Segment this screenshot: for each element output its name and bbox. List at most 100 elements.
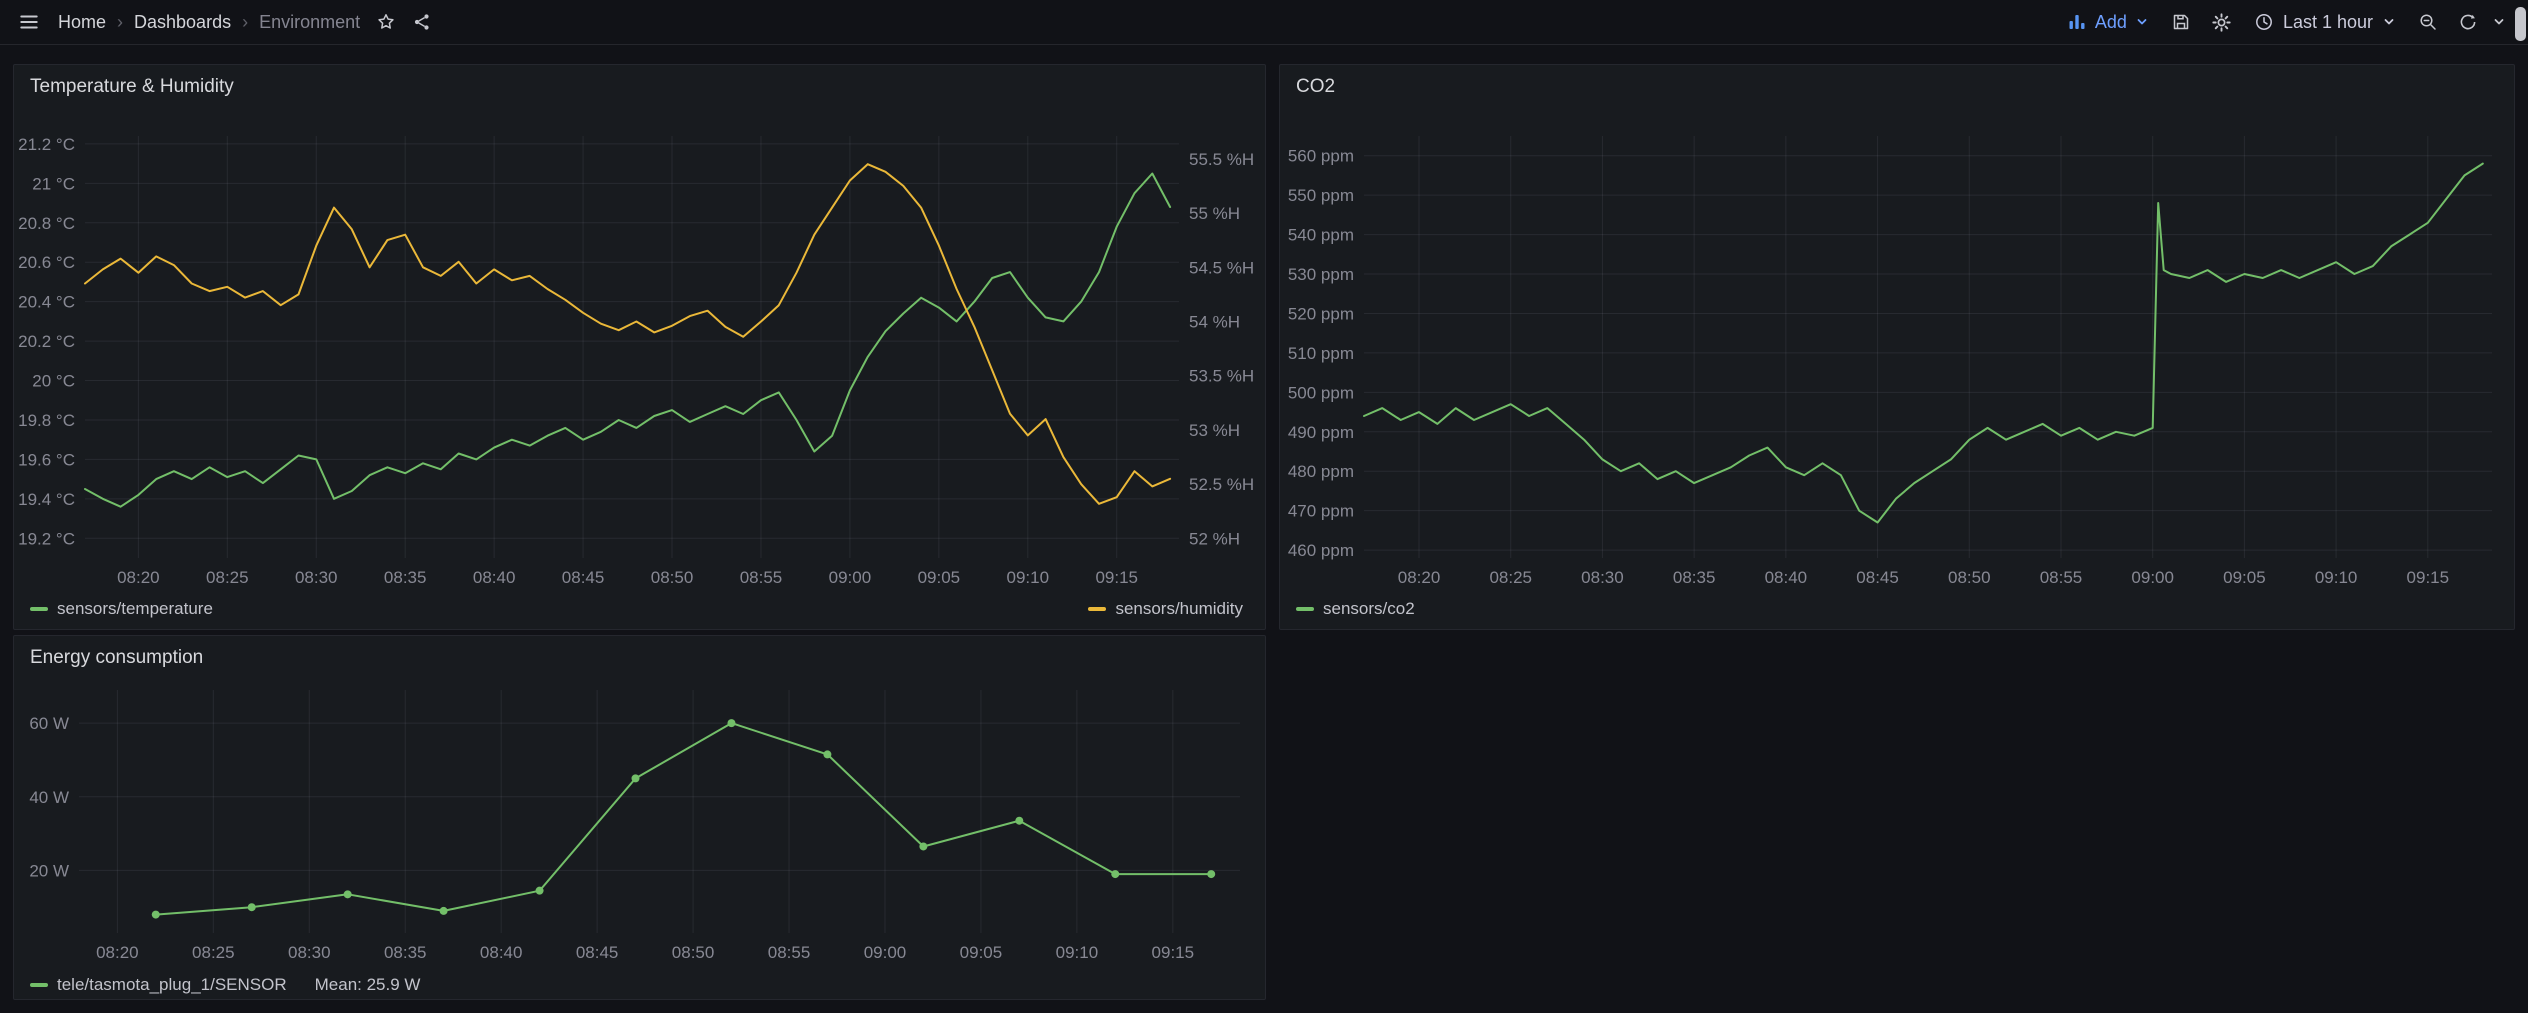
legend-label-humidity: sensors/humidity <box>1115 599 1243 619</box>
svg-text:52.5 %H: 52.5 %H <box>1189 475 1254 494</box>
zoom-out-time-button[interactable] <box>2410 6 2446 38</box>
svg-text:510 ppm: 510 ppm <box>1288 344 1354 363</box>
svg-text:560 ppm: 560 ppm <box>1288 147 1354 166</box>
svg-text:08:30: 08:30 <box>288 943 331 962</box>
panel-temperature-humidity: Temperature & Humidity 08:20 08:25 08:30 08… <box>13 64 1266 630</box>
series-swatch-temperature <box>30 607 48 611</box>
panel-title-co2[interactable]: CO2 <box>1296 76 1335 98</box>
panel-header: Temperature & Humidity <box>14 65 1265 109</box>
zoom-out-icon <box>2418 12 2438 32</box>
legend-item-temperature[interactable]: sensors/temperature <box>30 599 213 619</box>
save-dashboard-button[interactable] <box>2163 6 2199 38</box>
share-icon <box>412 12 432 32</box>
chevron-down-icon <box>2492 15 2506 29</box>
add-button-label: Add <box>2095 12 2127 33</box>
panel-header: Energy consumption <box>14 636 1265 680</box>
svg-text:19.8 °C: 19.8 °C <box>18 411 75 430</box>
legend-label-co2: sensors/co2 <box>1323 599 1415 619</box>
breadcrumb-home[interactable]: Home <box>58 12 106 33</box>
legend-label-energy: tele/tasmota_plug_1/SENSOR <box>57 975 287 995</box>
svg-text:20.2 °C: 20.2 °C <box>18 332 75 351</box>
star-icon <box>376 12 396 32</box>
favorite-button[interactable] <box>368 6 404 38</box>
svg-text:08:50: 08:50 <box>672 943 715 962</box>
energy-chart[interactable]: 08:2008:2508:3008:3508:4008:4508:5008:55… <box>14 680 1265 971</box>
svg-text:19.4 °C: 19.4 °C <box>18 490 75 509</box>
legend-label-temperature: sensors/temperature <box>57 599 213 619</box>
breadcrumb-separator: › <box>117 12 123 33</box>
breadcrumb-separator: › <box>242 12 248 33</box>
menu-button[interactable] <box>10 5 48 39</box>
share-button[interactable] <box>404 6 440 38</box>
legend: tele/tasmota_plug_1/SENSOR Mean: 25.9 W <box>14 971 1265 999</box>
svg-text:20 W: 20 W <box>29 861 69 880</box>
svg-text:08:30: 08:30 <box>1581 568 1624 587</box>
breadcrumb: Home › Dashboards › Environment <box>58 12 360 33</box>
legend-item-humidity[interactable]: sensors/humidity <box>1088 599 1243 619</box>
svg-text:21 °C: 21 °C <box>32 174 75 193</box>
svg-text:52 %H: 52 %H <box>1189 529 1240 548</box>
svg-text:08:25: 08:25 <box>1489 568 1532 587</box>
save-icon <box>2171 12 2191 32</box>
scrollbar-thumb[interactable] <box>2515 7 2526 41</box>
breadcrumb-dashboards[interactable]: Dashboards <box>134 12 231 33</box>
panel-title-temperature-humidity[interactable]: Temperature & Humidity <box>30 76 234 98</box>
svg-text:08:25: 08:25 <box>192 943 235 962</box>
svg-text:530 ppm: 530 ppm <box>1288 265 1354 284</box>
svg-text:09:10: 09:10 <box>1007 568 1050 587</box>
co2-chart[interactable]: 08:2008:2508:3008:3508:4008:4508:5008:55… <box>1280 109 2514 595</box>
top-navbar: Home › Dashboards › Environment <box>0 0 2528 45</box>
svg-text:60 W: 60 W <box>29 714 69 733</box>
svg-text:09:00: 09:00 <box>864 943 907 962</box>
dashboard-settings-button[interactable] <box>2203 6 2240 39</box>
svg-text:09:15: 09:15 <box>2407 568 2450 587</box>
svg-text:08:25: 08:25 <box>206 568 249 587</box>
svg-text:08:30: 08:30 <box>295 568 338 587</box>
svg-text:09:05: 09:05 <box>918 568 961 587</box>
svg-text:08:40: 08:40 <box>473 568 516 587</box>
svg-text:09:15: 09:15 <box>1095 568 1138 587</box>
svg-text:19.6 °C: 19.6 °C <box>18 450 75 469</box>
clock-icon <box>2254 12 2274 32</box>
panel-energy-consumption: Energy consumption 08:2008:2508:3008:350… <box>13 635 1266 1000</box>
chevron-down-icon <box>2382 15 2396 29</box>
panel-co2: CO2 08:2008:2508:3008:3508:4008:4508:500… <box>1279 64 2515 630</box>
svg-text:08:40: 08:40 <box>1765 568 1808 587</box>
svg-text:09:00: 09:00 <box>2131 568 2174 587</box>
hamburger-menu-icon <box>18 11 40 33</box>
svg-text:20 °C: 20 °C <box>32 372 75 391</box>
refresh-button[interactable] <box>2450 6 2486 38</box>
svg-text:21.2 °C: 21.2 °C <box>18 135 75 154</box>
panel-title-energy[interactable]: Energy consumption <box>30 647 203 669</box>
series-swatch-co2 <box>1296 607 1314 611</box>
svg-text:550 ppm: 550 ppm <box>1288 186 1354 205</box>
svg-text:08:55: 08:55 <box>768 943 811 962</box>
legend: sensors/co2 <box>1280 595 2514 629</box>
breadcrumb-current-environment: Environment <box>259 12 360 33</box>
svg-text:08:45: 08:45 <box>562 568 605 587</box>
time-range-picker[interactable]: Last 1 hour <box>2244 6 2406 39</box>
svg-text:08:20: 08:20 <box>1398 568 1441 587</box>
svg-text:490 ppm: 490 ppm <box>1288 423 1354 442</box>
svg-text:08:55: 08:55 <box>740 568 783 587</box>
legend: sensors/temperature sensors/humidity <box>14 595 1265 629</box>
svg-text:09:10: 09:10 <box>1056 943 1099 962</box>
svg-text:54.5 %H: 54.5 %H <box>1189 258 1254 277</box>
legend-item-energy[interactable]: tele/tasmota_plug_1/SENSOR <box>30 975 287 995</box>
gear-icon <box>2211 12 2232 33</box>
svg-text:08:20: 08:20 <box>117 568 160 587</box>
svg-text:08:35: 08:35 <box>1673 568 1716 587</box>
svg-text:53.5 %H: 53.5 %H <box>1189 367 1254 386</box>
svg-text:480 ppm: 480 ppm <box>1288 462 1354 481</box>
svg-text:08:50: 08:50 <box>1948 568 1991 587</box>
svg-text:08:35: 08:35 <box>384 568 427 587</box>
temperature-humidity-chart[interactable]: 08:2008:2508:3008:3508:4008:4508:5008:55… <box>14 109 1265 595</box>
time-range-label: Last 1 hour <box>2283 12 2373 33</box>
svg-text:19.2 °C: 19.2 °C <box>18 529 75 548</box>
add-button[interactable]: Add <box>2057 6 2159 39</box>
legend-item-co2[interactable]: sensors/co2 <box>1296 599 1415 619</box>
svg-text:520 ppm: 520 ppm <box>1288 304 1354 323</box>
refresh-interval-dropdown[interactable] <box>2490 9 2514 35</box>
svg-text:08:55: 08:55 <box>2040 568 2083 587</box>
svg-text:500 ppm: 500 ppm <box>1288 383 1354 402</box>
